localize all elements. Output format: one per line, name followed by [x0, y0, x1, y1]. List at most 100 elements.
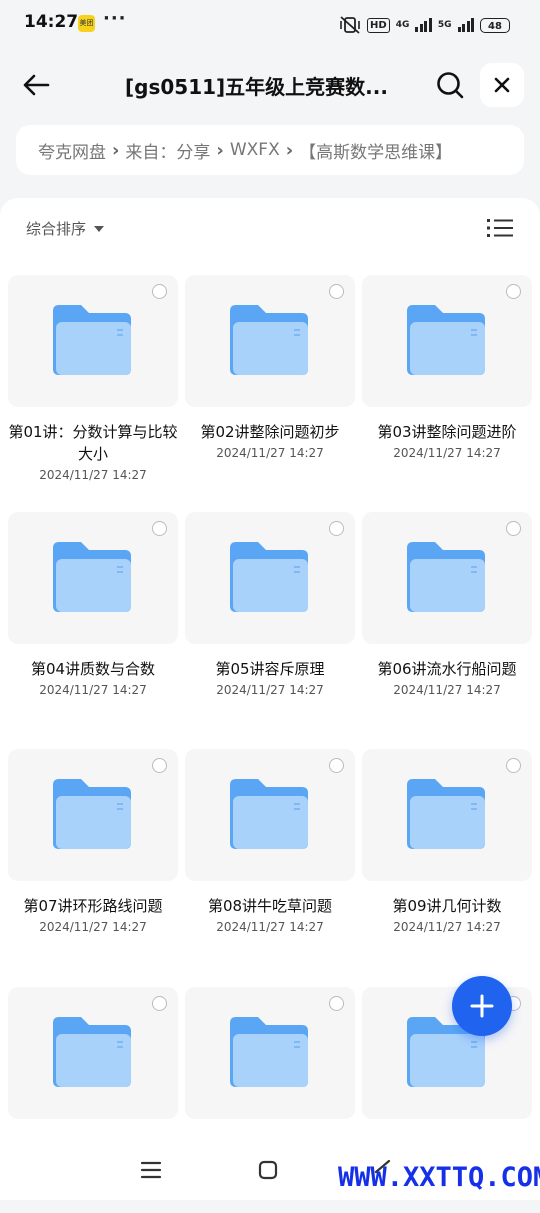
select-checkbox[interactable] [506, 284, 521, 299]
file-name: 第02讲整除问题初步 [200, 423, 340, 441]
close-icon [494, 77, 510, 93]
select-checkbox[interactable] [152, 284, 167, 299]
folder-thumbnail [362, 749, 532, 881]
file-date: 2024/11/27 14:27 [39, 683, 147, 697]
file-date: 2024/11/27 14:27 [393, 446, 501, 460]
signal-bars-icon [415, 18, 432, 32]
folder-icon [407, 305, 485, 375]
file-info: 第05讲容斥原理 2024/11/27 14:27 [185, 658, 355, 699]
folder-icon [53, 1017, 131, 1087]
folder-icon [53, 779, 131, 849]
chevron-right-icon: › [216, 139, 224, 161]
file-date: 2024/11/27 14:27 [393, 683, 501, 697]
back-arrow-icon [23, 74, 50, 96]
file-info: 第03讲整除问题进阶 2024/11/27 14:27 [362, 421, 532, 462]
network-5g-label: 5G [437, 20, 452, 30]
breadcrumb: 夸克网盘 › 来自：分享 › WXFX › 【高斯数学思维课】 [16, 125, 524, 175]
select-checkbox[interactable] [329, 284, 344, 299]
chevron-right-icon: › [285, 139, 294, 161]
folder-thumbnail [362, 512, 532, 644]
folder-thumbnail [185, 512, 355, 644]
folder-tile[interactable]: 第09讲几何计数 2024/11/27 14:27 [362, 749, 532, 975]
file-info: 第04讲质数与合数 2024/11/27 14:27 [8, 658, 178, 699]
close-button[interactable] [480, 63, 524, 107]
select-checkbox[interactable] [152, 758, 167, 773]
folder-thumbnail [8, 987, 178, 1119]
file-info: 第09讲几何计数 2024/11/27 14:27 [362, 895, 532, 936]
select-checkbox[interactable] [329, 521, 344, 536]
plus-icon [470, 994, 494, 1018]
select-checkbox[interactable] [329, 996, 344, 1011]
sort-dropdown[interactable]: 综合排序 [26, 218, 105, 239]
search-icon [437, 72, 464, 99]
select-checkbox[interactable] [152, 521, 167, 536]
network-4g-label: 4G [395, 20, 410, 30]
folder-tile[interactable]: 第01讲：分数计算与比较大小 2024/11/27 14:27 [8, 275, 178, 501]
file-date: 2024/11/27 14:27 [216, 683, 324, 697]
select-checkbox[interactable] [506, 521, 521, 536]
folder-icon [230, 1017, 308, 1087]
battery-icon: 48 [480, 17, 510, 33]
file-info: 第06讲流水行船问题 2024/11/27 14:27 [362, 658, 532, 699]
file-info: 第01讲：分数计算与比较大小 2024/11/27 14:27 [8, 421, 178, 484]
folder-thumbnail [8, 275, 178, 407]
folder-thumbnail [362, 275, 532, 407]
select-checkbox[interactable] [506, 758, 521, 773]
folder-thumbnail [8, 512, 178, 644]
folder-thumbnail [185, 275, 355, 407]
folder-tile[interactable]: 第03讲整除问题进阶 2024/11/27 14:27 [362, 275, 532, 501]
file-info: 第07讲环形路线问题 2024/11/27 14:27 [8, 895, 178, 936]
file-name: 第01讲：分数计算与比较大小 [8, 423, 178, 463]
app-header: [gs0511]五年级上竞赛数... [0, 55, 540, 115]
folder-tile[interactable]: 第04讲质数与合数 2024/11/27 14:27 [8, 512, 178, 738]
folder-icon [230, 305, 308, 375]
folder-tile[interactable]: 第08讲牛吃草问题 2024/11/27 14:27 [185, 749, 355, 975]
page-title: [gs0511]五年级上竞赛数... [125, 75, 388, 99]
add-button[interactable] [452, 976, 512, 1036]
file-name: 第06讲流水行船问题 [377, 660, 517, 678]
folder-icon [53, 305, 131, 375]
search-button[interactable] [430, 65, 470, 105]
back-button[interactable] [16, 65, 56, 105]
folder-icon [407, 542, 485, 612]
file-date: 2024/11/27 14:27 [393, 920, 501, 934]
breadcrumb-item-quark-drive[interactable]: 夸克网盘 [38, 138, 106, 163]
status-icons: HD 4G 5G 48 [339, 14, 510, 36]
home-icon[interactable] [258, 1160, 278, 1180]
watermark-text: WWW.XXTTQ.COM [338, 1162, 540, 1193]
meituan-app-icon: 美团 [78, 15, 95, 32]
breadcrumb-item-course[interactable]: 【高斯数学思维课】 [299, 138, 452, 163]
file-name: 第07讲环形路线问题 [23, 897, 163, 915]
more-notifications-icon: ··· [103, 8, 127, 29]
folder-tile[interactable]: 第07讲环形路线问题 2024/11/27 14:27 [8, 749, 178, 975]
breadcrumb-item-wxfx[interactable]: WXFX [230, 140, 280, 160]
status-time: 14:27 [24, 12, 79, 32]
recent-apps-icon[interactable] [140, 1160, 162, 1180]
chevron-right-icon: › [112, 139, 120, 161]
folder-thumbnail [185, 987, 355, 1119]
folder-icon [230, 542, 308, 612]
file-name: 第08讲牛吃草问题 [207, 897, 333, 915]
folder-icon [230, 779, 308, 849]
folder-tile[interactable]: 第06讲流水行船问题 2024/11/27 14:27 [362, 512, 532, 738]
hd-voice-icon: HD [367, 17, 390, 33]
file-info: 第02讲整除问题初步 2024/11/27 14:27 [185, 421, 355, 462]
folder-tile[interactable]: 第02讲整除问题初步 2024/11/27 14:27 [185, 275, 355, 501]
file-date: 2024/11/27 14:27 [216, 920, 324, 934]
file-date: 2024/11/27 14:27 [216, 446, 324, 460]
vibrate-off-icon [340, 16, 360, 34]
file-name: 第04讲质数与合数 [30, 660, 156, 678]
file-name: 第03讲整除问题进阶 [377, 423, 517, 441]
file-date: 2024/11/27 14:27 [39, 468, 147, 482]
signal-bars-icon [457, 18, 474, 32]
list-view-icon[interactable] [486, 216, 514, 240]
folder-icon [407, 779, 485, 849]
folder-thumbnail [185, 749, 355, 881]
breadcrumb-item-from-share[interactable]: 来自：分享 [125, 138, 210, 163]
sort-label: 综合排序 [26, 220, 87, 238]
folder-tile[interactable]: 第05讲容斥原理 2024/11/27 14:27 [185, 512, 355, 738]
select-checkbox[interactable] [152, 996, 167, 1011]
folder-thumbnail [8, 749, 178, 881]
select-checkbox[interactable] [329, 758, 344, 773]
status-bar: 14:27 美团 ··· HD 4G 5G 48 [0, 0, 540, 50]
